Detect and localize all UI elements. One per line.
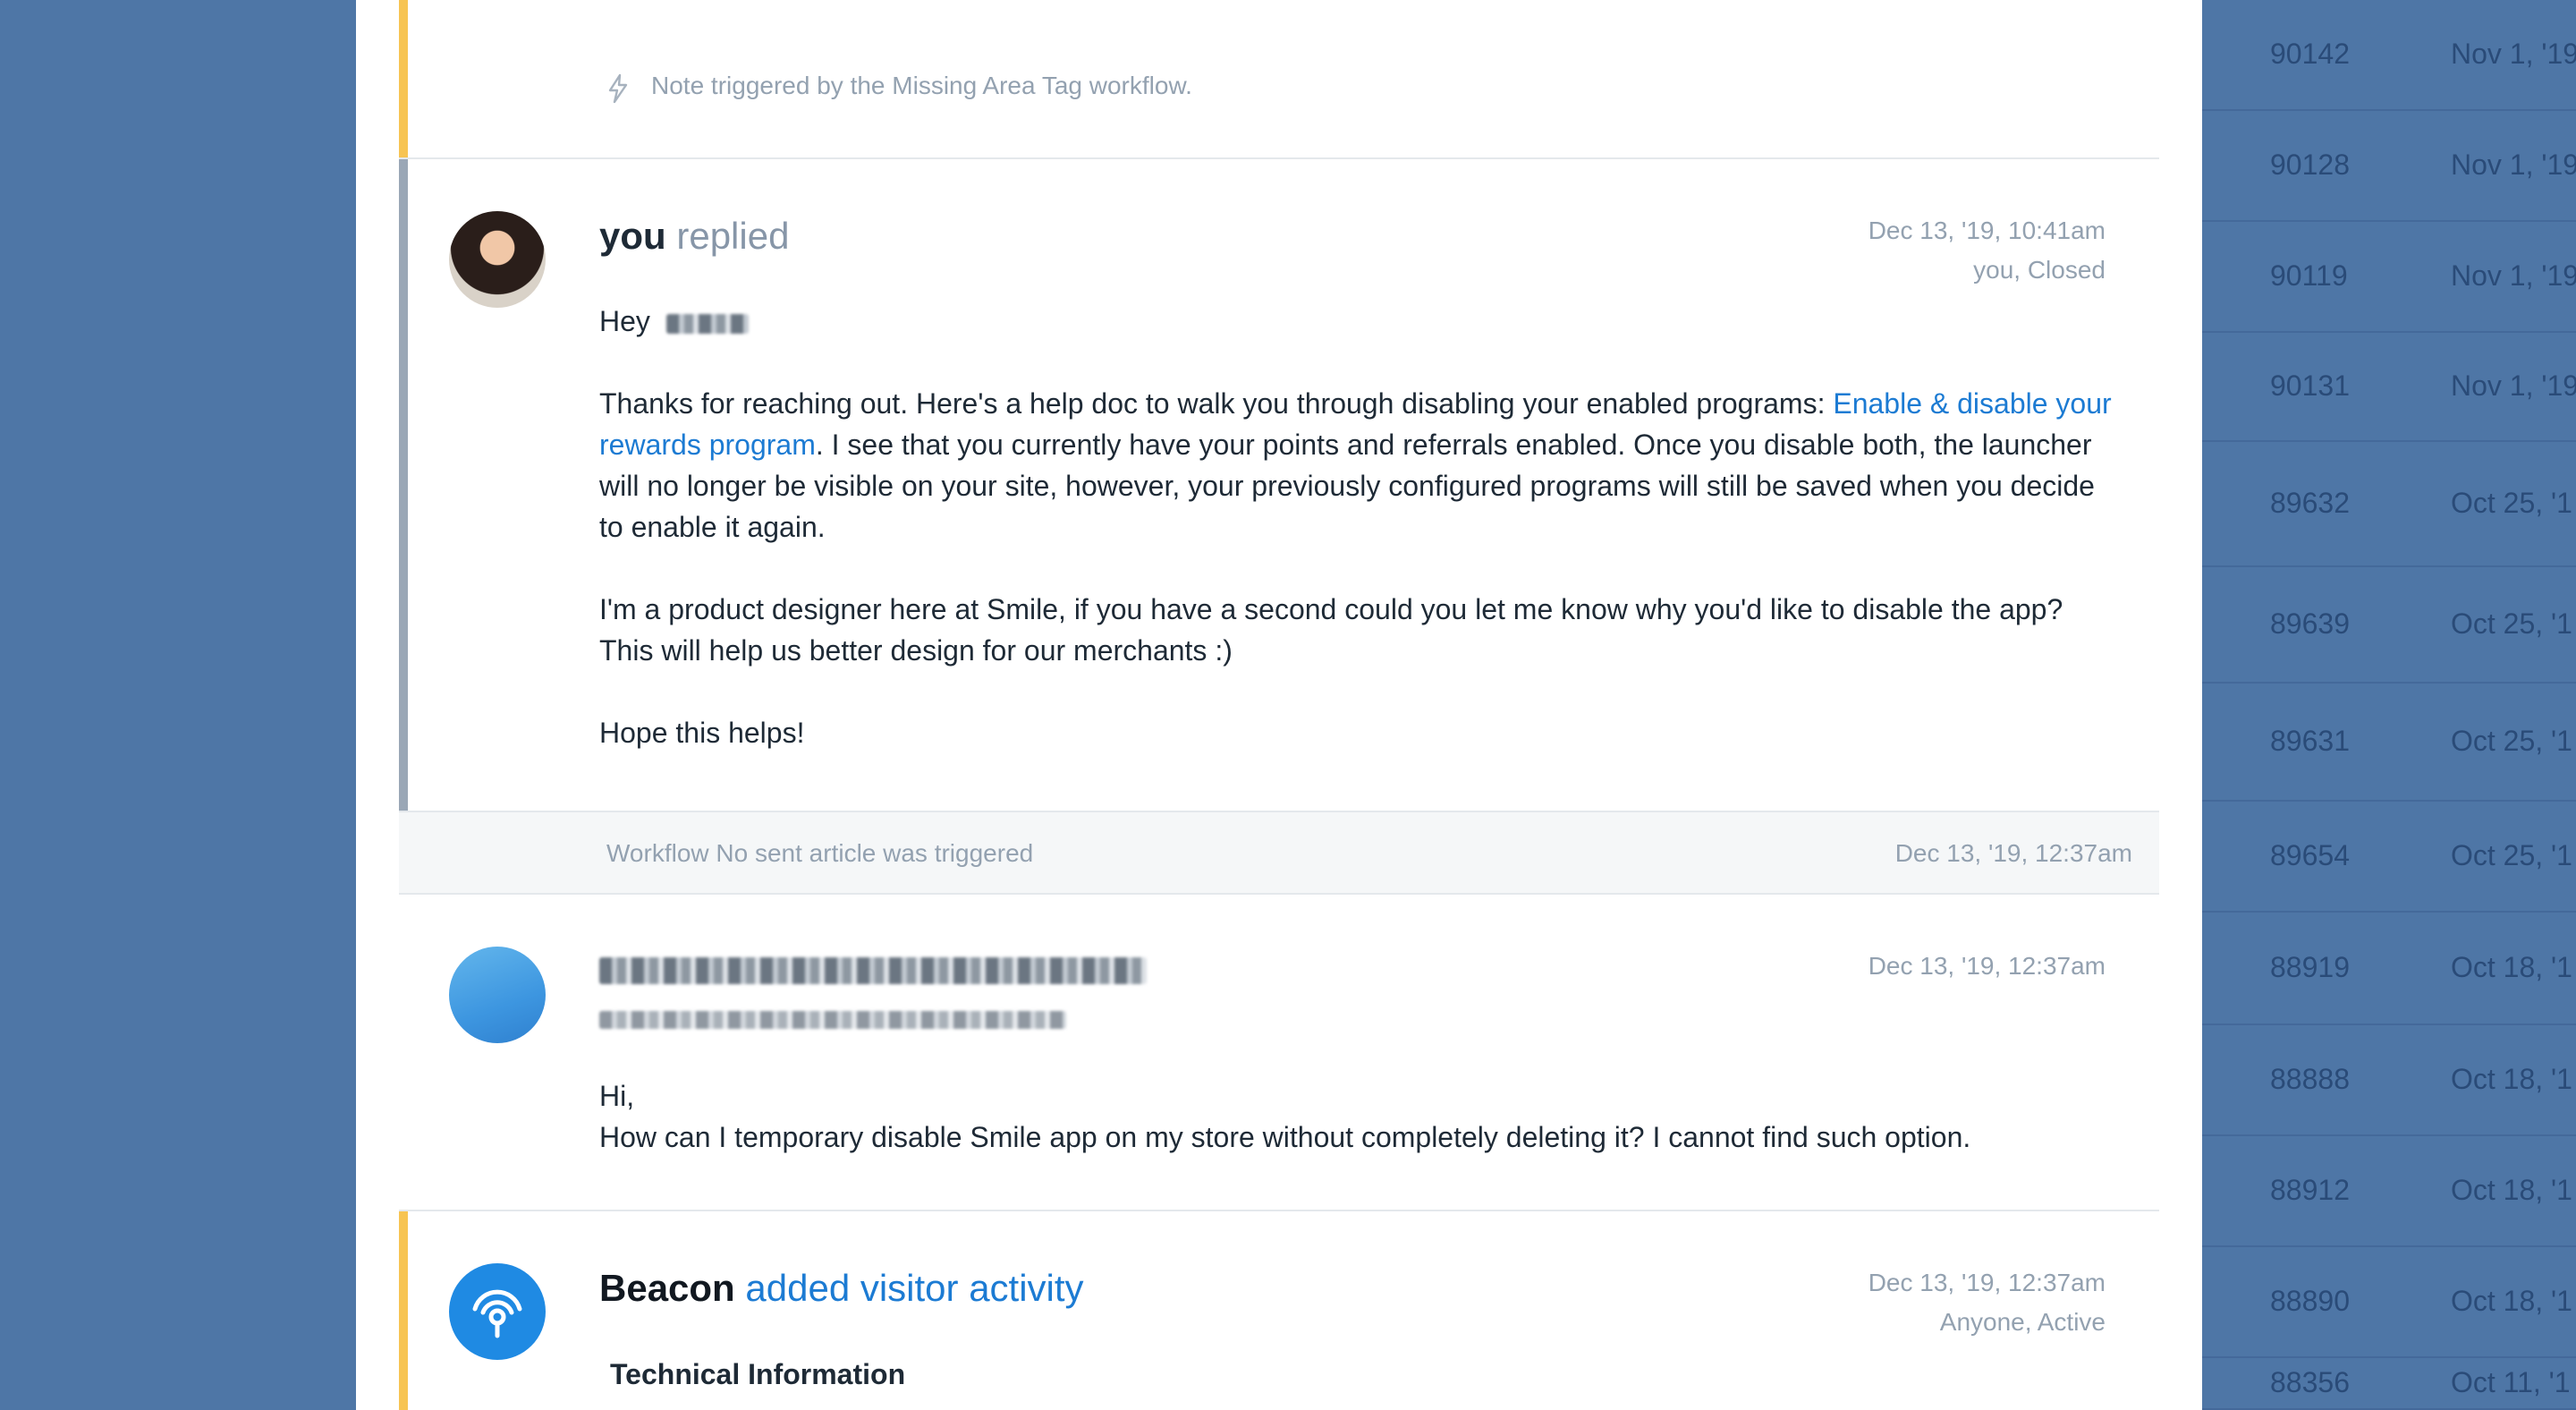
reply-greeting: Hey xyxy=(599,301,2120,342)
ticket-row[interactable]: 90128 Nov 1, '19 xyxy=(2202,111,2576,222)
ticket-id: 89632 xyxy=(2270,487,2350,519)
reply-heading: you replied xyxy=(599,215,789,258)
workflow-note-text: Note triggered by the Missing Area Tag w… xyxy=(651,72,1192,99)
ticket-date: Oct 18, '1 xyxy=(2451,1174,2572,1206)
ticket-date: Nov 1, '19 xyxy=(2451,259,2576,292)
ticket-date: Oct 25, '1 xyxy=(2451,607,2572,640)
ticket-row[interactable]: 88912 Oct 18, '1 xyxy=(2202,1136,2576,1247)
technical-information-heading: Technical Information xyxy=(610,1358,906,1390)
ticket-row[interactable]: 89654 Oct 25, '1 xyxy=(2202,802,2576,913)
ticket-id: 88912 xyxy=(2270,1174,2350,1206)
customer-message-timestamp: Dec 13, '19, 12:37am xyxy=(1868,952,2106,980)
beacon-action-link[interactable]: added visitor activity xyxy=(745,1267,1083,1309)
ticket-id: 90131 xyxy=(2270,369,2350,402)
reply-status: you, Closed xyxy=(1973,256,2106,284)
ticket-row[interactable]: 90142 Nov 1, '19 xyxy=(2202,0,2576,111)
workflow-event-timestamp: Dec 13, '19, 12:37am xyxy=(1894,839,2132,867)
ticket-date: Oct 18, '1 xyxy=(2451,1285,2572,1317)
beacon-indicator-bar xyxy=(399,1211,408,1410)
ticket-date: Oct 18, '1 xyxy=(2451,1063,2572,1095)
reply-action: replied xyxy=(676,215,790,257)
ticket-id: 88919 xyxy=(2270,951,2350,983)
ticket-id: 88888 xyxy=(2270,1063,2350,1095)
beacon-status: Anyone, Active xyxy=(1939,1308,2106,1336)
ticket-id: 89631 xyxy=(2270,725,2350,757)
ticket-id: 90128 xyxy=(2270,149,2350,181)
customer-message-line-1: Hi, xyxy=(599,1080,635,1112)
reply-paragraph-1: Thanks for reaching out. Here's a help d… xyxy=(599,387,2112,543)
customer-name-redacted xyxy=(599,957,1147,984)
ticket-date: Nov 1, '19 xyxy=(2451,38,2576,70)
redacted-name xyxy=(665,313,749,334)
ticket-id: 90119 xyxy=(2270,259,2348,292)
agent-avatar[interactable] xyxy=(449,211,546,308)
ticket-date: Nov 1, '19 xyxy=(2451,149,2576,181)
ticket-row[interactable]: 88919 Oct 18, '1 xyxy=(2202,913,2576,1025)
ticket-date: Oct 18, '1 xyxy=(2451,951,2572,983)
ticket-row[interactable]: 88356 Oct 11, '1 xyxy=(2202,1358,2576,1410)
ticket-date: Oct 11, '1 xyxy=(2451,1366,2571,1398)
conversation-thread: Note triggered by the Missing Area Tag w… xyxy=(399,0,2159,1410)
customer-avatar[interactable] xyxy=(449,947,546,1043)
beacon-avatar xyxy=(449,1263,546,1360)
ticket-row[interactable]: 89631 Oct 25, '1 xyxy=(2202,684,2576,802)
reply-indicator-bar xyxy=(399,159,408,812)
ticket-id: 88356 xyxy=(2270,1366,2350,1398)
workflow-event-row: Workflow No sent article was triggered D… xyxy=(399,812,2159,895)
ticket-id: 89639 xyxy=(2270,607,2350,640)
ticket-id: 88890 xyxy=(2270,1285,2350,1317)
beacon-signal-icon xyxy=(472,1289,522,1338)
ticket-row[interactable]: 88888 Oct 18, '1 xyxy=(2202,1025,2576,1136)
ticket-row[interactable]: 89632 Oct 25, '1 xyxy=(2202,442,2576,567)
conversation-panel: Note triggered by the Missing Area Tag w… xyxy=(356,0,2202,1410)
customer-message-line-2: How can I temporary disable Smile app on… xyxy=(599,1121,1971,1153)
beacon-author: Beacon xyxy=(599,1267,735,1309)
customer-email-redacted xyxy=(599,1011,1066,1029)
divider xyxy=(399,893,2159,895)
ticket-id: 89654 xyxy=(2270,839,2350,871)
note-indicator-bar xyxy=(399,0,408,157)
divider xyxy=(399,157,2159,159)
reply-timestamp: Dec 13, '19, 10:41am xyxy=(1868,217,2106,244)
reply-paragraph-3: Hope this helps! xyxy=(599,717,805,749)
beacon-heading: Beacon added visitor activity xyxy=(599,1267,1084,1310)
ticket-row[interactable]: 89639 Oct 25, '1 xyxy=(2202,567,2576,684)
background-ticket-list: 90142 Nov 1, '19 90128 Nov 1, '19 90119 Nov 1… xyxy=(2202,0,2576,1410)
reply-author[interactable]: you xyxy=(599,215,666,257)
ticket-row[interactable]: 90131 Nov 1, '19 xyxy=(2202,333,2576,442)
ticket-row[interactable]: 88890 Oct 18, '1 xyxy=(2202,1247,2576,1358)
ticket-id: 90142 xyxy=(2270,38,2350,70)
ticket-date: Oct 25, '1 xyxy=(2451,487,2572,519)
ticket-date: Oct 25, '1 xyxy=(2451,839,2572,871)
beacon-timestamp: Dec 13, '19, 12:37am xyxy=(1868,1269,2106,1296)
ticket-date: Oct 25, '1 xyxy=(2451,725,2572,757)
ticket-row[interactable]: 90119 Nov 1, '19 xyxy=(2202,222,2576,333)
lightning-bolt-icon xyxy=(608,73,628,104)
reply-paragraph-2: I'm a product designer here at Smile, if… xyxy=(599,593,2063,667)
workflow-event-text[interactable]: Workflow No sent article was triggered xyxy=(606,839,1033,868)
reply-body: Hey Thanks for reaching out. Here's a he… xyxy=(599,301,2120,753)
divider xyxy=(399,1210,2159,1211)
customer-message-body: Hi, How can I temporary disable Smile ap… xyxy=(599,1075,2120,1158)
ticket-date: Nov 1, '19 xyxy=(2451,369,2576,402)
